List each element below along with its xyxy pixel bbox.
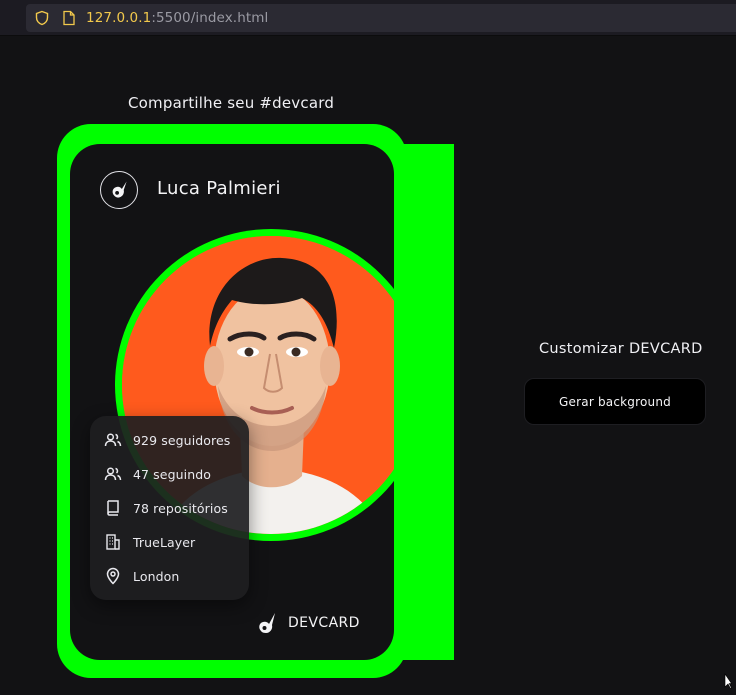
devcard-brand-icon	[259, 613, 275, 633]
share-title: Compartilhe seu #devcard	[128, 94, 335, 112]
devcard-logo-icon	[100, 171, 138, 209]
url-text: 127.0.0.1:5500/index.html	[86, 10, 268, 26]
devcard-brand: DEVCARD	[256, 610, 360, 636]
address-bar[interactable]: 127.0.0.1:5500/index.html	[26, 4, 736, 32]
customize-title: Customizar DEVCARD	[539, 341, 703, 357]
stat-company-label: TrueLayer	[133, 534, 196, 550]
frame-edge	[394, 144, 454, 660]
generate-background-button[interactable]: Gerar background	[524, 378, 706, 425]
repository-icon	[104, 499, 122, 517]
stat-following: 47 seguindo	[104, 464, 211, 484]
stat-following-label: 47 seguindo	[133, 466, 212, 482]
stat-company: TrueLayer	[104, 532, 195, 552]
stat-location-label: London	[133, 568, 180, 584]
stat-followers: 929 seguidores	[104, 430, 230, 450]
location-icon	[104, 567, 122, 585]
following-icon	[104, 465, 122, 483]
brand-label: DEVCARD	[288, 615, 360, 631]
stat-repositories: 78 repositórios	[104, 498, 228, 518]
user-name: Luca Palmieri	[157, 178, 281, 199]
company-icon	[104, 533, 122, 551]
url-host: 127.0.0.1	[86, 10, 152, 26]
shield-icon[interactable]	[34, 10, 50, 26]
browser-toolbar: 127.0.0.1:5500/index.html	[0, 0, 736, 36]
page-icon	[63, 10, 75, 26]
url-path: :5500/index.html	[151, 10, 269, 26]
followers-icon	[104, 431, 122, 449]
stat-followers-label: 929 seguidores	[133, 432, 231, 448]
stat-repositories-label: 78 repositórios	[133, 500, 228, 516]
stat-location: London	[104, 566, 179, 586]
mouse-cursor-icon	[724, 673, 732, 689]
